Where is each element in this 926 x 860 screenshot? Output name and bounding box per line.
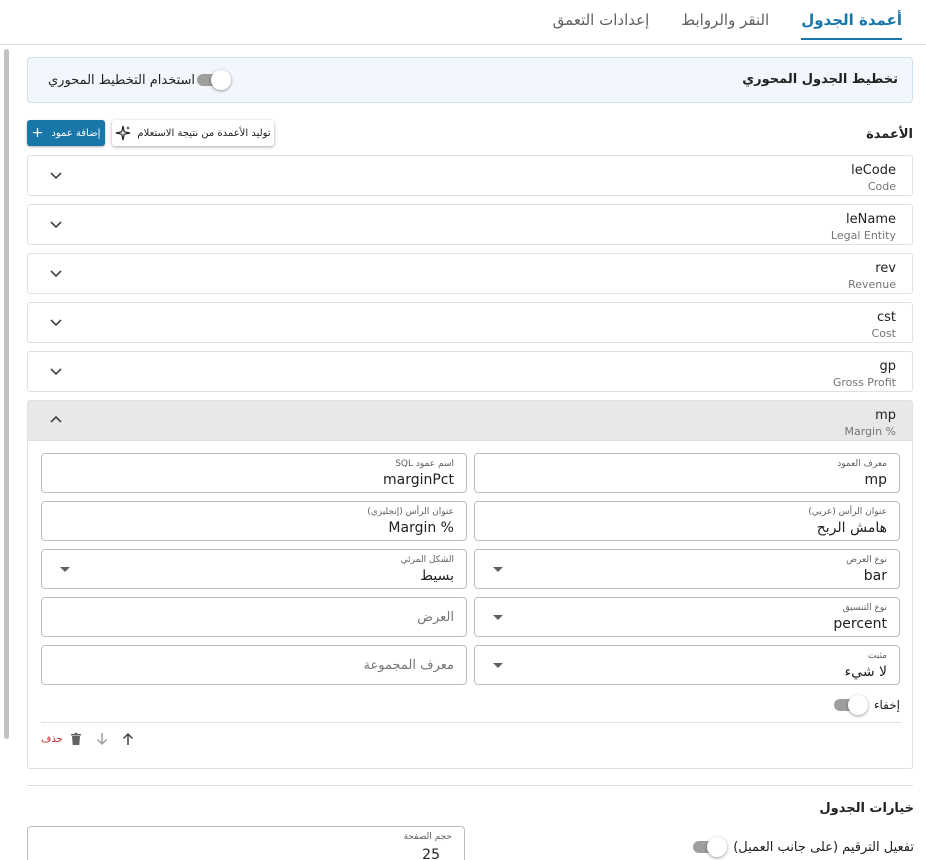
generate-columns-button[interactable]: توليد الأعمدة من نتيجة الاستعلام <box>112 120 274 146</box>
sql-column-name-field[interactable]: اسم عمود SQL marginPct <box>41 453 467 493</box>
header-arabic-label: عنوان الرأس (عربي) <box>808 507 887 517</box>
sparkle-icon <box>116 125 131 141</box>
column-name: cst <box>876 310 896 325</box>
format-type-label: نوع التنسيق <box>842 603 887 613</box>
pinned-select[interactable]: مثبت لا شيء <box>474 645 900 685</box>
columns-header: الأعمدة توليد الأعمدة من نتيجة الاستعلام… <box>27 120 913 149</box>
pagination-label: تفعيل الترقيم (على جانب العميل) <box>733 839 914 855</box>
column-item[interactable]: rev Revenue <box>27 253 913 294</box>
group-id-input[interactable]: معرف المجموعة <box>41 645 467 685</box>
dropdown-caret-icon <box>60 567 70 572</box>
arrow-up-icon[interactable] <box>121 732 135 746</box>
column-caption: Code <box>867 180 896 193</box>
chevron-up-icon[interactable] <box>48 412 64 428</box>
tab-table-columns[interactable]: أعمدة الجدول <box>801 0 902 40</box>
add-column-label: إضافة عمود <box>51 127 101 139</box>
hide-label: إخفاء <box>873 698 900 712</box>
chevron-down-icon[interactable] <box>48 363 64 379</box>
column-item[interactable]: leCode Code <box>27 155 913 196</box>
sql-column-name-label: اسم عمود SQL <box>395 459 454 469</box>
tab-bar: أعمدة الجدول النقر والروابط إعدادات التع… <box>0 0 926 44</box>
columns-panel: تخطيط الجدول المحوري استخدام التخطيط الم… <box>0 44 926 860</box>
chevron-down-icon[interactable] <box>48 265 64 281</box>
pinned-label: مثبت <box>867 651 887 661</box>
column-id-value: mp <box>864 472 887 488</box>
table-options-title: خيارات الجدول <box>819 801 914 816</box>
column-item[interactable]: cst Cost <box>27 302 913 343</box>
column-item[interactable]: leName Legal Entity <box>27 204 913 245</box>
format-type-select[interactable]: نوع التنسيق percent <box>474 597 900 637</box>
header-arabic-value: هامش الربح <box>816 520 887 536</box>
chevron-down-icon[interactable] <box>48 167 64 183</box>
header-english-field[interactable]: عنوان الرأس (إنجليزي) % Margin <box>41 501 467 541</box>
display-type-label: نوع العرض <box>846 555 887 565</box>
column-actions: حذف <box>41 732 135 746</box>
columns-title: الأعمدة <box>866 127 913 142</box>
column-name: leName <box>846 212 896 227</box>
column-caption: Legal Entity <box>830 229 896 242</box>
trash-icon <box>70 732 81 745</box>
pivot-layout-box: تخطيط الجدول المحوري استخدام التخطيط الم… <box>27 57 913 103</box>
column-name: mp <box>875 408 896 423</box>
column-item[interactable]: gp Gross Profit <box>27 351 913 392</box>
add-column-button[interactable]: إضافة عمود + <box>27 120 105 146</box>
display-type-value: bar <box>863 568 887 584</box>
column-caption: Revenue <box>848 278 896 291</box>
column-name: rev <box>875 261 896 276</box>
pivot-toggle-label: استخدام التخطيط المحوري <box>48 72 196 88</box>
width-placeholder: العرض <box>417 610 454 625</box>
plus-icon: + <box>31 125 44 141</box>
display-type-select[interactable]: نوع العرض bar <box>474 549 900 589</box>
pinned-value: لا شيء <box>844 664 887 680</box>
page-size-field[interactable]: حجم الصفحة 25 <box>27 826 465 860</box>
hide-toggle-row: إخفاء <box>832 695 900 715</box>
format-type-value: percent <box>833 616 887 632</box>
divider <box>41 722 901 723</box>
pivot-layout-title: تخطيط الجدول المحوري <box>742 72 898 87</box>
visual-style-value: بسيط <box>420 568 454 584</box>
tab-clicks-links[interactable]: النقر والروابط <box>681 0 769 40</box>
delete-column-button[interactable]: حذف <box>41 732 83 746</box>
column-id-field[interactable]: معرف العمود mp <box>474 453 900 493</box>
scrollbar[interactable] <box>4 49 9 739</box>
pivot-toggle-switch[interactable] <box>195 70 232 90</box>
visual-style-label: الشكل المرئي <box>400 555 454 565</box>
pivot-toggle-row: استخدام التخطيط المحوري <box>40 70 232 90</box>
generate-columns-label: توليد الأعمدة من نتيجة الاستعلام <box>137 127 271 139</box>
column-detail-form: معرف العمود mp اسم عمود SQL marginPct عن… <box>27 441 913 769</box>
column-caption: % Margin <box>844 425 896 438</box>
header-arabic-field[interactable]: عنوان الرأس (عربي) هامش الربح <box>474 501 900 541</box>
pagination-toggle-row: تفعيل الترقيم (على جانب العميل) <box>691 837 914 857</box>
header-english-value: % Margin <box>388 520 454 536</box>
page-size-value: 25 <box>422 847 440 860</box>
group-id-placeholder: معرف المجموعة <box>363 658 454 673</box>
section-divider <box>27 785 913 786</box>
pagination-toggle-switch[interactable] <box>691 837 728 857</box>
chevron-down-icon[interactable] <box>48 314 64 330</box>
column-name: leCode <box>851 163 896 178</box>
column-caption: Cost <box>871 327 896 340</box>
visual-style-select[interactable]: الشكل المرئي بسيط <box>41 549 467 589</box>
arrow-down-icon[interactable] <box>95 732 109 746</box>
column-caption: Gross Profit <box>832 376 896 389</box>
tab-drilldown-settings[interactable]: إعدادات التعمق <box>553 0 650 40</box>
dropdown-caret-icon <box>493 567 503 572</box>
delete-label: حذف <box>41 733 63 745</box>
hide-toggle-switch[interactable] <box>832 695 868 715</box>
column-name: gp <box>879 359 896 374</box>
column-item-expanded[interactable]: mp % Margin <box>27 400 913 441</box>
header-english-label: عنوان الرأس (إنجليزي) <box>367 507 454 517</box>
column-id-label: معرف العمود <box>837 459 887 469</box>
dropdown-caret-icon <box>493 663 503 668</box>
page-size-label: حجم الصفحة <box>403 832 452 842</box>
width-input[interactable]: العرض <box>41 597 467 637</box>
sql-column-name-value: marginPct <box>382 472 454 488</box>
dropdown-caret-icon <box>493 615 503 620</box>
chevron-down-icon[interactable] <box>48 216 64 232</box>
